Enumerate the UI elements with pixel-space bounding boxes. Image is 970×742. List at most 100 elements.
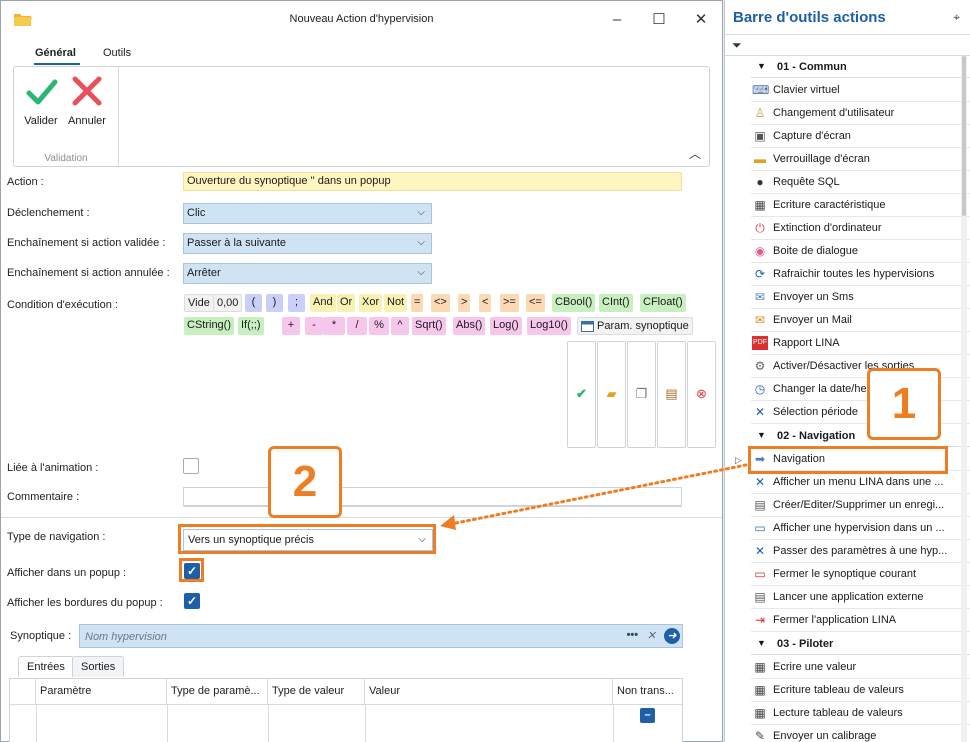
grid-header-value-type[interactable]: Type de valeur (268, 679, 365, 704)
token-cint[interactable]: CInt() (599, 294, 633, 312)
token-log[interactable]: Log() (490, 317, 522, 335)
list-item[interactable]: ● Requête SQL (751, 171, 970, 194)
token-not[interactable]: Not (384, 294, 408, 312)
list-item[interactable]: PDF Rapport LINA (751, 332, 970, 355)
list-item[interactable]: ▭ Fermer le synoptique courant (751, 563, 970, 586)
list-item[interactable]: ✎ Envoyer un calibrage (751, 725, 970, 742)
go-arrow-icon[interactable]: ➜ (664, 628, 680, 644)
token-close-paren[interactable]: ) (266, 294, 283, 312)
group-header-piloter[interactable]: ▼ 03 - Piloter (751, 633, 970, 655)
list-item-label: Ecrire une valeur (773, 661, 857, 673)
token-greater[interactable]: > (458, 294, 471, 312)
list-item[interactable]: ⌨ Clavier virtuel (751, 79, 970, 102)
grid-header-param-type[interactable]: Type de paramè... (167, 679, 268, 704)
token-if[interactable]: If(;;) (238, 317, 264, 335)
token-cstring[interactable]: CString() (184, 317, 235, 335)
token-cbool[interactable]: CBool() (552, 294, 596, 312)
token-or[interactable]: Or (337, 294, 356, 312)
action-field[interactable]: Ouverture du synoptique '' dans un popup (183, 172, 682, 191)
scrollbar-thumb[interactable] (962, 56, 966, 216)
panel-scrollbar[interactable] (961, 56, 967, 742)
grid-header-value[interactable]: Valeur (365, 679, 613, 704)
filter-bar[interactable]: ⏷ (725, 34, 970, 56)
list-item[interactable]: ▣ Capture d'écran (751, 125, 970, 148)
list-item[interactable]: ◉ Boite de dialogue (751, 240, 970, 263)
token-semicolon[interactable]: ; (288, 294, 305, 312)
tab-inputs[interactable]: Entrées (18, 656, 74, 677)
token-log10[interactable]: Log10() (527, 317, 571, 335)
list-item[interactable]: ⏻ Extinction d'ordinateur (751, 217, 970, 240)
clear-icon[interactable]: ✕ (647, 629, 656, 642)
token-plus[interactable]: + (282, 317, 300, 335)
token-equal[interactable]: = (411, 294, 424, 312)
token-number[interactable]: 0,00 (213, 294, 243, 312)
token-open-paren[interactable]: ( (245, 294, 262, 312)
list-item[interactable]: ✕ Passer des paramètres à une hyp... (751, 540, 970, 563)
open-condition-button[interactable]: ▰ (597, 341, 626, 448)
list-item[interactable]: ▤ Créer/Editer/Supprimer un enregi... (751, 494, 970, 517)
ribbon: Valider Annuler Validation ︿ (13, 66, 710, 167)
grid-header-non-transmitted[interactable]: Non trans... (613, 679, 682, 704)
list-item[interactable]: ✉ Envoyer un Mail (751, 309, 970, 332)
filter-icon[interactable]: ⏷ (732, 38, 742, 53)
token-greater-equal[interactable]: >= (500, 294, 519, 312)
borders-label: Afficher les bordures du popup : (7, 597, 163, 609)
list-item[interactable]: ▤ Lancer une application externe (751, 586, 970, 609)
group-header-commun[interactable]: ▼ 01 - Commun (751, 56, 970, 78)
list-item[interactable]: ⇥ Fermer l'application LINA (751, 609, 970, 632)
list-item[interactable]: ⟳ Rafraichir toutes les hypervisions (751, 263, 970, 286)
pin-icon[interactable]: ⌖ (953, 10, 960, 25)
linked-checkbox[interactable] (183, 458, 199, 474)
collapse-ribbon-icon[interactable]: ︿ (689, 145, 701, 162)
clear-condition-button[interactable]: ⊗ (687, 341, 716, 448)
on-valid-select[interactable]: Passer à la suivante ⌵ (183, 233, 432, 254)
token-sqrt[interactable]: Sqrt() (412, 317, 446, 335)
grid-col-divider (365, 704, 366, 742)
minimize-button[interactable]: – (605, 9, 629, 31)
paste-icon: ▤ (665, 386, 678, 401)
non-transmitted-toggle[interactable]: – (640, 708, 655, 723)
token-multiply[interactable]: * (323, 317, 345, 335)
tab-general[interactable]: Général (35, 47, 76, 59)
list-item[interactable]: ✉ Envoyer un Sms (751, 286, 970, 309)
token-empty[interactable]: Vide (184, 294, 214, 312)
copy-condition-button[interactable]: ❐ (627, 341, 656, 448)
list-item-label: Boite de dialogue (773, 245, 859, 257)
list-item[interactable]: ▬ Verrouillage d'écran (751, 148, 970, 171)
synoptic-field[interactable]: Nom hypervision ••• ✕ ➜ (79, 624, 683, 648)
list-item[interactable]: ✕ Afficher un menu LINA dans une ... (751, 471, 970, 494)
on-cancel-select[interactable]: Arrêter ⌵ (183, 263, 432, 284)
borders-checkbox[interactable]: ✓ (184, 593, 200, 609)
token-and[interactable]: And (310, 294, 336, 312)
list-item[interactable]: ▦ Ecrire une valeur (751, 656, 970, 679)
exit-icon: ⇥ (754, 613, 766, 627)
token-abs[interactable]: Abs() (453, 317, 486, 335)
trigger-select[interactable]: Clic ⌵ (183, 203, 432, 224)
token-power[interactable]: ^ (391, 317, 409, 335)
tab-outputs[interactable]: Sorties (72, 656, 125, 677)
list-item[interactable]: ▦ Ecriture tableau de valeurs (751, 679, 970, 702)
more-icon[interactable]: ••• (626, 629, 638, 641)
list-item[interactable]: ▦ Ecriture caractéristique (751, 194, 970, 217)
token-xor[interactable]: Xor (359, 294, 383, 312)
grid-header-parameter[interactable]: Paramètre (36, 679, 167, 704)
token-modulo[interactable]: % (369, 317, 389, 335)
paste-condition-button[interactable]: ▤ (657, 341, 686, 448)
write-icon: ▦ (754, 660, 766, 674)
comment-label: Commentaire : (7, 491, 80, 503)
list-item[interactable]: ▭ Afficher une hypervision dans un ... (751, 517, 970, 540)
token-less[interactable]: < (479, 294, 492, 312)
token-divide[interactable]: / (347, 317, 367, 335)
token-cfloat[interactable]: CFloat() (640, 294, 686, 312)
token-not-equal[interactable]: <> (431, 294, 450, 312)
maximize-button[interactable]: ☐ (647, 9, 671, 31)
apply-condition-button[interactable]: ✔ (567, 341, 596, 448)
token-param-synoptic[interactable]: Param. synoptique (577, 317, 693, 335)
list-item[interactable]: ▦ Lecture tableau de valeurs (751, 702, 970, 725)
token-less-equal[interactable]: <= (526, 294, 545, 312)
list-item[interactable]: ♙ Changement d'utilisateur (751, 102, 970, 125)
token-minus[interactable]: - (305, 317, 323, 335)
close-button[interactable]: ✕ (689, 9, 713, 31)
condition-editor[interactable] (183, 341, 567, 448)
tab-tools[interactable]: Outils (103, 47, 131, 59)
